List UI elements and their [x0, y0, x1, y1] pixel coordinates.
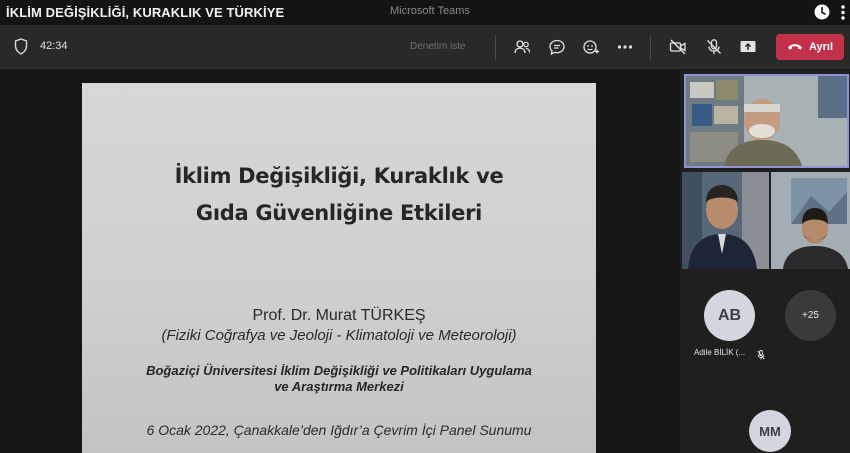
people-icon[interactable]: [511, 36, 533, 58]
participant-video-feed: [682, 172, 769, 269]
slide-institution-line1: Boğaziçi Üniversitesi İklim Değişikliği …: [146, 363, 532, 378]
avatar[interactable]: AB: [704, 290, 755, 341]
slide-event: 6 Ocak 2022, Çanakkale’den Iğdır’a Çevri…: [146, 422, 532, 438]
speaker-video-feed: [686, 76, 847, 166]
mic-off-icon: [757, 347, 765, 360]
meeting-toolbar: 42:34 Denetim iste Ayrıl: [0, 25, 850, 70]
reactions-icon[interactable]: [580, 36, 602, 58]
watch-later-icon[interactable]: [814, 4, 830, 20]
toolbar-divider: [650, 35, 651, 60]
participant-video-tile[interactable]: [771, 172, 850, 269]
toolbar-divider: [495, 35, 496, 60]
leave-button[interactable]: Ayrıl: [776, 34, 844, 60]
more-actions-icon[interactable]: [614, 36, 636, 58]
slide-title-line2: Gıda Güvenliğine Etkileri: [195, 201, 483, 225]
share-screen-icon[interactable]: [737, 36, 759, 58]
more-participants-button[interactable]: +25: [785, 290, 836, 341]
meeting-timer: 42:34: [40, 40, 68, 52]
slide-department: (Fiziki Coğrafya ve Jeoloji - Klimatoloj…: [161, 327, 517, 344]
teams-meeting-window: İKLİM DEĞİŞİKLİĞİ, KURAKLIK VE TÜRKİYE M…: [0, 0, 850, 453]
slide-title: İklim Değişikliği, Kuraklık ve Gıda Güve…: [82, 158, 596, 232]
avatar[interactable]: MM: [749, 410, 791, 452]
video-title: İKLİM DEĞİŞİKLİĞİ, KURAKLIK VE TÜRKİYE: [6, 5, 285, 20]
title-bar: İKLİM DEĞİŞİKLİĞİ, KURAKLIK VE TÜRKİYE M…: [0, 0, 850, 25]
phone-hangup-icon: [787, 44, 802, 50]
request-control-button[interactable]: Denetim iste: [410, 41, 466, 52]
participant-video-feed: [771, 172, 850, 269]
shield-icon[interactable]: [14, 38, 28, 55]
slide-author: Prof. Dr. Murat TÜRKEŞ: [252, 307, 426, 324]
chat-icon[interactable]: [546, 36, 568, 58]
active-speaker-video-tile[interactable]: [684, 74, 849, 168]
shared-content-stage: İklim Değişikliği, Kuraklık ve Gıda Güve…: [0, 70, 680, 453]
participant-name: Adile BİLİK (...: [694, 348, 746, 357]
presentation-slide: İklim Değişikliği, Kuraklık ve Gıda Güve…: [82, 83, 596, 453]
leave-label: Ayrıl: [808, 41, 834, 53]
slide-institution: Boğaziçi Üniversitesi İklim Değişikliği …: [82, 363, 596, 395]
slide-title-line1: İklim Değişikliği, Kuraklık ve: [174, 164, 504, 188]
camera-off-icon[interactable]: [667, 36, 689, 58]
participant-gallery: AB +25 Adile BİLİK (... MM: [680, 70, 850, 453]
mic-off-icon[interactable]: [703, 36, 725, 58]
app-title: Microsoft Teams: [390, 5, 470, 17]
slide-institution-line2: ve Araştırma Merkezi: [274, 379, 404, 394]
participant-video-tile[interactable]: [682, 172, 769, 269]
more-vertical-icon[interactable]: [839, 4, 847, 21]
